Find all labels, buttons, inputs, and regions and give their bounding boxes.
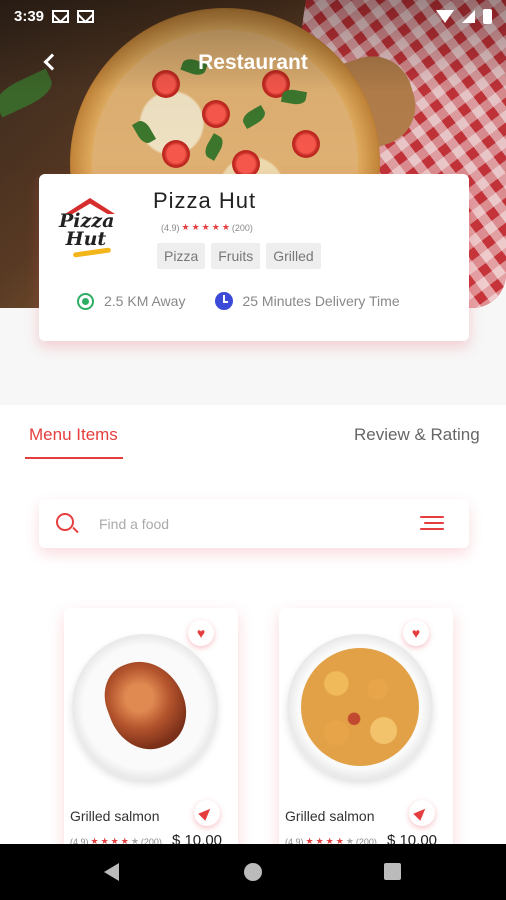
- nav-home-icon[interactable]: [244, 863, 262, 881]
- star-icon: ★: [211, 222, 220, 232]
- restaurant-name: Pizza Hut: [153, 188, 257, 213]
- status-bar: 3:39: [0, 0, 506, 32]
- clock-icon: [215, 292, 234, 310]
- active-tab-indicator: [25, 457, 123, 459]
- tag-grilled[interactable]: Grilled: [266, 243, 321, 269]
- navigation-arrow-icon[interactable]: [409, 800, 435, 826]
- location-target-icon: [77, 292, 94, 310]
- tab-review-rating[interactable]: Review & Rating: [354, 425, 480, 445]
- delivery-time-text: 25 Minutes Delivery Time: [242, 293, 400, 309]
- food-image: [72, 634, 218, 780]
- food-name: Grilled salmon: [285, 808, 375, 824]
- restaurant-meta: 2.5 KM Away 25 Minutes Delivery Time: [77, 292, 400, 310]
- tag-pizza[interactable]: Pizza: [157, 243, 206, 269]
- battery-icon: [483, 8, 492, 24]
- distance-text: 2.5 KM Away: [104, 293, 186, 309]
- wifi-icon: [436, 9, 454, 23]
- signal-icon: [462, 9, 475, 23]
- restaurant-logo: Pizza Hut: [59, 196, 121, 258]
- food-card[interactable]: ♥ Grilled salmon (4.9) ★ ★ ★ ★ ★ (200) $ 10.…: [64, 608, 238, 858]
- search-bar: [39, 499, 469, 548]
- star-icon: ★: [181, 222, 190, 232]
- food-image: [287, 634, 433, 780]
- search-input[interactable]: [99, 513, 399, 535]
- tab-menu-items[interactable]: Menu Items: [29, 425, 118, 445]
- back-icon[interactable]: [40, 50, 64, 74]
- heart-icon[interactable]: ♥: [188, 620, 214, 646]
- app-bar: Restaurant: [0, 40, 506, 86]
- nav-recents-icon[interactable]: [384, 863, 401, 880]
- restaurant-rating: (4.9) ★ ★ ★ ★ ★ (200): [161, 222, 253, 233]
- food-name: Grilled salmon: [70, 808, 160, 824]
- restaurant-info-card: Pizza Hut Pizza Hut (4.9) ★ ★ ★ ★ ★ (200) Pi…: [39, 174, 469, 341]
- mail-icon: [52, 9, 70, 23]
- star-icon: ★: [221, 222, 230, 232]
- system-nav-bar: [0, 844, 506, 900]
- search-icon[interactable]: [56, 513, 74, 531]
- navigation-arrow-icon[interactable]: [194, 800, 220, 826]
- tag-fruits[interactable]: Fruits: [211, 243, 261, 269]
- star-icon: ★: [191, 222, 200, 232]
- food-card[interactable]: ♥ Grilled salmon (4.9) ★ ★ ★ ★ ★ (200) $ 10.…: [279, 608, 453, 858]
- star-icon: ★: [201, 222, 210, 232]
- heart-icon[interactable]: ♥: [403, 620, 429, 646]
- page-title: Restaurant: [198, 51, 308, 74]
- menu-section: Menu Items Review & Rating ♥ Grilled sal…: [0, 405, 506, 858]
- filter-lines-icon[interactable]: [420, 516, 444, 532]
- mail-icon: [77, 9, 95, 23]
- status-time: 3:39: [14, 7, 45, 25]
- restaurant-tags: Pizza Fruits Grilled: [157, 243, 321, 269]
- nav-back-icon[interactable]: [104, 863, 119, 881]
